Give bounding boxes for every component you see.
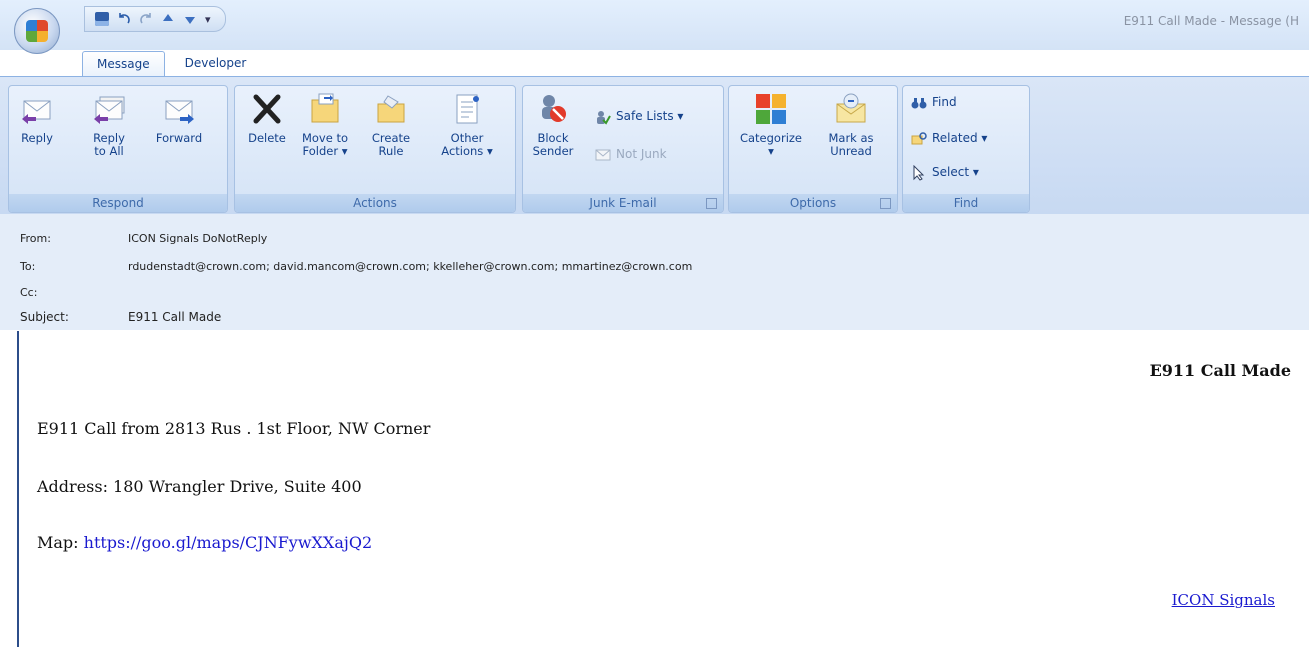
body-line-location: E911 Call from 2813 Rus . 1st Floor, NW … (37, 419, 431, 438)
delete-button[interactable]: Delete (243, 92, 291, 145)
window-title: E911 Call Made - Message (H (1123, 14, 1299, 28)
cursor-icon (911, 164, 927, 181)
redo-icon[interactable] (139, 12, 153, 26)
title-bar: ▾ E911 Call Made - Message (H (0, 0, 1309, 54)
from-label: From: (20, 232, 51, 245)
folder-move-icon (308, 92, 342, 126)
map-label: Map: (37, 533, 84, 552)
binoculars-icon (911, 95, 927, 111)
categorize-button[interactable]: Categorize ▾ (735, 92, 807, 158)
cc-row: Cc: (20, 286, 128, 299)
office-button[interactable] (14, 8, 60, 54)
customize-qat-button[interactable]: ▾ (205, 13, 211, 26)
not-junk-button[interactable]: Not Junk (595, 144, 667, 164)
subject-row: Subject: E911 Call Made (20, 310, 221, 324)
select-button[interactable]: Select ▾ (911, 162, 979, 182)
icon-signals-link[interactable]: ICON Signals (1172, 591, 1275, 609)
subject-label: Subject: (20, 310, 69, 324)
message-body: E911 Call Made E911 Call from 2813 Rus .… (17, 331, 1309, 647)
group-respond-label: Respond (9, 194, 227, 212)
find-button[interactable]: Find (911, 92, 957, 112)
previous-item-icon[interactable] (161, 12, 175, 26)
not-junk-icon (595, 147, 611, 163)
tab-message[interactable]: Message (82, 51, 165, 76)
ribbon: Reply Reply to All Forward Respond Delet… (0, 76, 1309, 215)
reply-button[interactable]: Reply (17, 92, 57, 145)
undo-icon[interactable] (117, 12, 131, 26)
body-line-address: Address: 180 Wrangler Drive, Suite 400 (37, 477, 362, 496)
block-sender-button[interactable]: Block Sender (531, 92, 575, 158)
message-headers: From: ICON Signals DoNotReply To: rdudenst… (0, 214, 1309, 330)
reply-icon (20, 92, 54, 126)
group-junk-label: Junk E-mail (523, 194, 723, 212)
group-find-label: Find (903, 194, 1029, 212)
group-find: Find Related ▾ Select ▾ Find (902, 85, 1030, 213)
mark-as-unread-button[interactable]: Mark as Unread (823, 92, 879, 158)
create-rule-icon (374, 92, 408, 126)
other-actions-icon (450, 92, 484, 126)
from-row: From: ICON Signals DoNotReply (20, 232, 267, 245)
group-options: Categorize ▾ Mark as Unread Options (728, 85, 898, 213)
create-rule-button[interactable]: Create Rule (367, 92, 415, 158)
forward-icon (162, 92, 196, 126)
to-label: To: (20, 260, 36, 273)
map-link[interactable]: https://goo.gl/maps/CJNFywXXajQ2 (84, 533, 372, 552)
junk-dialog-launcher-icon[interactable] (706, 198, 717, 209)
safe-lists-button[interactable]: Safe Lists ▾ (595, 106, 683, 126)
quick-access-toolbar: ▾ (84, 6, 226, 32)
reply-all-button[interactable]: Reply to All (87, 92, 131, 158)
mark-unread-icon (834, 92, 868, 126)
from-value[interactable]: ICON Signals DoNotReply (128, 232, 267, 245)
categorize-icon (754, 92, 788, 126)
body-line-map: Map: https://goo.gl/maps/CJNFywXXajQ2 (37, 533, 372, 552)
options-dialog-launcher-icon[interactable] (880, 198, 891, 209)
group-respond: Reply Reply to All Forward Respond (8, 85, 228, 213)
group-options-label: Options (729, 194, 897, 212)
group-actions: Delete Move to Folder ▾ Create Rule Othe… (234, 85, 516, 213)
reply-all-icon (92, 92, 126, 126)
block-sender-icon (536, 92, 570, 126)
forward-button[interactable]: Forward (149, 92, 209, 145)
cc-label: Cc: (20, 286, 38, 299)
office-logo-icon (26, 20, 48, 42)
ribbon-tabs: Message Developer (82, 51, 260, 76)
safe-lists-icon (595, 109, 611, 125)
delete-x-icon (250, 92, 284, 126)
tab-developer[interactable]: Developer (171, 51, 261, 75)
group-actions-label: Actions (235, 194, 515, 212)
subject-value: E911 Call Made (128, 310, 222, 324)
next-item-icon[interactable] (183, 12, 197, 26)
save-icon[interactable] (95, 12, 109, 26)
move-to-folder-button[interactable]: Move to Folder ▾ (297, 92, 353, 158)
related-button[interactable]: Related ▾ (911, 128, 987, 148)
related-icon (911, 131, 927, 147)
body-title: E911 Call Made (1149, 361, 1291, 380)
other-actions-button[interactable]: Other Actions ▾ (439, 92, 495, 158)
to-value[interactable]: rdudenstadt@crown.com; david.mancom@crow… (128, 260, 692, 273)
to-row: To: rdudenstadt@crown.com; david.mancom@c… (20, 260, 692, 273)
group-junk-email: Block Sender Safe Lists ▾ Not Junk Junk … (522, 85, 724, 213)
